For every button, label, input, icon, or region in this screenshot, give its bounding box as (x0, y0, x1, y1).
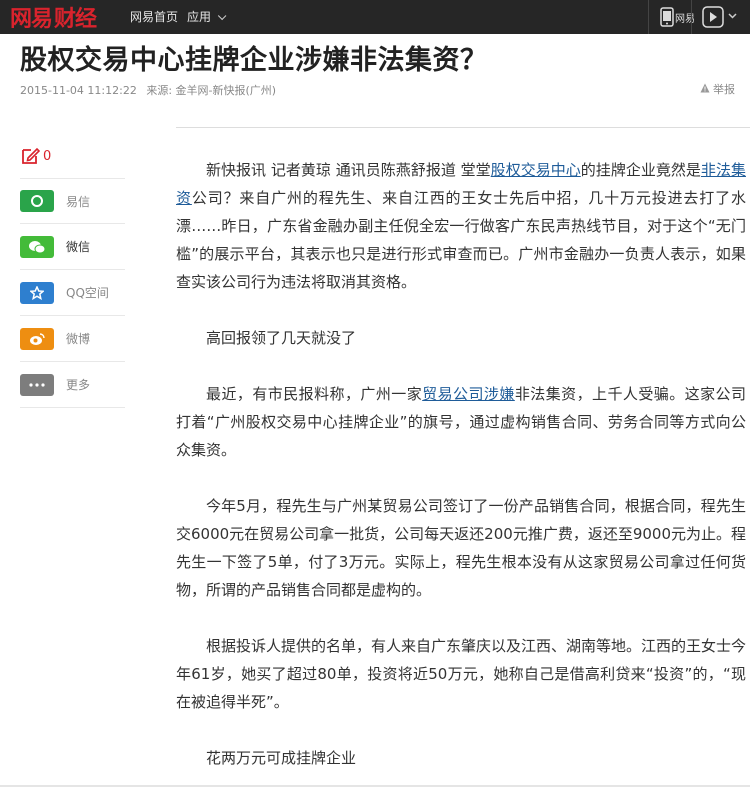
edit-comment-icon (22, 147, 40, 164)
comment-button[interactable]: 0 (20, 146, 51, 166)
more-dots-icon (20, 373, 54, 396)
mobile-app-label: 网易 (675, 13, 695, 25)
report-button[interactable]: 举报 (700, 81, 735, 97)
share-label: 微博 (66, 332, 91, 346)
share-yixin[interactable]: 易信 (20, 178, 125, 224)
article-body: 新快报讯 记者黄琼 通讯员陈燕舒报道 堂堂股权交易中心的挂牌企业竟然是非法集资公… (176, 156, 746, 800)
share-label: QQ空间 (66, 286, 109, 300)
share-wechat[interactable]: 微信 (20, 224, 125, 270)
article-paragraph: 今年5月，程先生与广州某贸易公司签订了一份产品销售合同，根据合同，程先生交600… (176, 497, 746, 599)
yixin-icon (20, 190, 54, 212)
content-divider (176, 127, 750, 128)
video-play-icon (702, 6, 737, 28)
share-weibo[interactable]: 微博 (20, 316, 125, 362)
article-paragraph: 新快报讯 记者黄琼 通讯员陈燕舒报道 堂堂股权交易中心的挂牌企业竟然是非法集资公… (176, 156, 746, 296)
logo-netease-text: 网易 (10, 6, 53, 32)
article-subheading: 高回报领了几天就没了 (206, 329, 357, 347)
report-label: 举报 (713, 83, 735, 96)
comment-count: 0 (43, 148, 52, 164)
logo-finance-text: 财经 (54, 6, 97, 32)
share-label: 更多 (66, 378, 91, 392)
share-label: 易信 (66, 194, 91, 209)
divider (691, 0, 692, 34)
top-nav-bar: 网易 财经 网易首页 应用 网易 (0, 0, 750, 34)
keyword-link[interactable]: 贸易公司涉嫌 (422, 385, 515, 403)
warning-icon (700, 83, 710, 96)
share-more[interactable]: 更多 (20, 362, 125, 408)
article-source[interactable]: 来源: 金羊网-新快报(广州) (146, 84, 276, 97)
weibo-icon (20, 327, 54, 350)
paragraph-text: 最近，有市民报料称，广州一家 (206, 385, 423, 403)
paragraph-text: 公司？来自广州的程先生、来自江西的王女士先后中招，几十万元投进去打了水漂……昨日… (176, 189, 746, 291)
netease-finance-logo[interactable]: 网易 财经 (10, 3, 97, 32)
wechat-icon (20, 235, 54, 258)
article-subheading: 花两万元可成挂牌企业 (206, 749, 357, 767)
article-paragraph: 最近，有市民报料称，广州一家贸易公司涉嫌非法集资，上千人受骗。这家公司打着“广州… (176, 380, 746, 464)
mobile-app-button[interactable]: 网易 (660, 6, 695, 28)
mobile-phone-icon (660, 7, 674, 27)
article-timestamp: 2015-11-04 11:12:22 (20, 84, 137, 97)
article-paragraph: 根据投诉人提供的名单，有人来自广东肇庆以及江西、湖南等地。江西的王女士今年61岁… (176, 637, 747, 711)
nav-apps-dropdown[interactable]: 应用 (187, 8, 227, 25)
share-label: 微信 (66, 240, 91, 254)
chevron-down-icon (217, 11, 227, 21)
share-list: 易信 微信 QQ空间 微博 更多 (20, 178, 125, 408)
article-meta: 2015-11-04 11:12:22 来源: 金羊网-新快报(广州) (20, 82, 276, 98)
article-title: 股权交易中心挂牌企业涉嫌非法集资？ (20, 45, 488, 76)
keyword-link[interactable]: 股权交易中心 (491, 161, 581, 179)
paragraph-text: 新快报讯 记者黄琼 通讯员陈燕舒报道 堂堂 (206, 161, 491, 179)
video-button[interactable] (702, 6, 738, 28)
divider (648, 0, 649, 34)
qzone-star-icon (20, 281, 54, 304)
paragraph-text: 的挂牌企业竟然是 (580, 161, 701, 179)
share-qzone[interactable]: QQ空间 (20, 270, 125, 316)
nav-apps-label: 应用 (187, 10, 212, 24)
nav-home-link[interactable]: 网易首页 (130, 8, 178, 25)
